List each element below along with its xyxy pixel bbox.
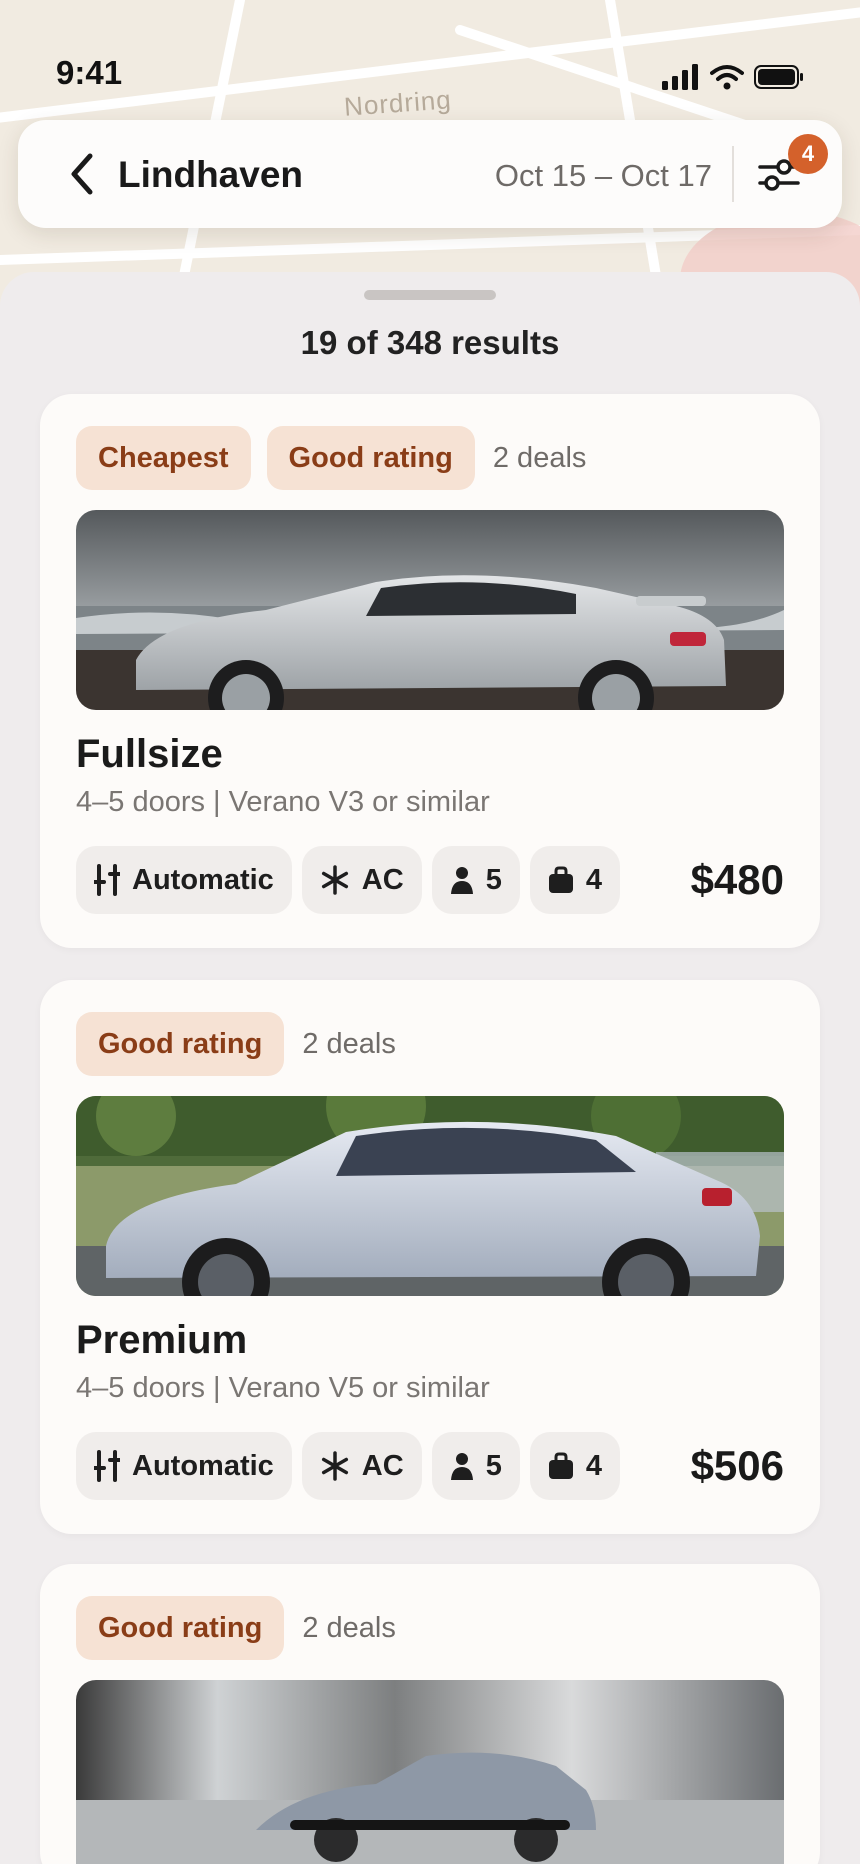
person-icon [450,867,473,894]
tag-good-rating: Good rating [76,1012,285,1076]
feature-ac: AC [301,1432,422,1500]
car-photo [76,510,784,710]
status-icons [662,64,804,90]
feature-ac-label: AC [361,863,404,896]
cellular-signal-icon [662,64,698,90]
deals-count: 2 deals [302,1611,396,1644]
feature-bags: 4 [529,846,620,914]
tag-cheapest: Cheapest [76,426,251,490]
location-title[interactable]: Lindhaven [118,154,303,196]
feature-seats: 5 [431,846,520,914]
battery-icon [754,65,803,89]
car-card[interactable]: Good rating 2 deals [40,980,820,1534]
date-range[interactable]: Oct 15 – Oct 17 [495,158,712,194]
bag-icon [548,1452,573,1479]
person-icon [450,1453,473,1480]
feature-transmission-label: Automatic [132,1449,274,1482]
status-bar: 9:41 [0,0,860,110]
search-header: Lindhaven Oct 15 – Oct 17 4 [18,120,842,228]
results-count: 19 of 348 results [300,324,560,361]
home-indicator[interactable] [290,1820,570,1830]
feature-bags-label: 4 [585,1449,602,1482]
wifi-icon [710,65,744,90]
deals-count: 2 deals [302,1027,396,1060]
snowflake-icon [321,1451,348,1481]
feature-ac-label: AC [361,1449,404,1482]
feature-transmission: Automatic [76,1432,292,1500]
transmission-icon [94,864,120,896]
feature-ac: AC [301,846,422,914]
car-features: Automatic AC 5 4 [76,846,620,914]
bag-icon [548,866,573,893]
car-class-name: Premium [76,1318,248,1362]
car-card[interactable]: Cheapest Good rating 2 deals Fullsize 4–… [40,394,820,948]
car-card[interactable]: Good rating 2 deals [40,1564,820,1864]
car-description: 4–5 doors | Verano V3 or similar [76,786,490,818]
car-class-name: Fullsize [76,732,223,776]
header-divider [732,146,734,202]
tag-good-rating: Good rating [76,1596,285,1660]
car-image [76,1680,784,1864]
snowflake-icon [321,865,348,895]
feature-bags-label: 4 [585,863,602,896]
chevron-left-icon [71,153,93,195]
car-image [76,510,784,710]
status-time: 9:41 [56,54,123,91]
deals-count: 2 deals [492,441,587,474]
transmission-icon [94,1450,120,1482]
feature-seats: 5 [431,1432,520,1500]
feature-seats-label: 5 [485,863,502,896]
sheet-drag-handle[interactable] [364,290,496,300]
car-price: $506 [690,1442,784,1489]
filter-count-badge: 4 [788,134,828,174]
feature-transmission: Automatic [76,846,292,914]
feature-transmission-label: Automatic [132,863,274,896]
car-image [76,1096,784,1296]
card-tags: Good rating 2 deals [76,1012,396,1076]
feature-bags: 4 [529,1432,620,1500]
car-features: Automatic AC 5 4 [76,1432,620,1500]
car-photo [76,1680,784,1864]
feature-seats-label: 5 [485,1449,502,1482]
card-tags: Cheapest Good rating 2 deals [76,426,586,490]
back-button[interactable] [62,150,102,198]
tag-good-rating: Good rating [266,426,475,490]
car-description: 4–5 doors | Verano V5 or similar [76,1372,490,1404]
car-photo [76,1096,784,1296]
car-price: $480 [690,856,784,903]
card-tags: Good rating 2 deals [76,1596,396,1660]
